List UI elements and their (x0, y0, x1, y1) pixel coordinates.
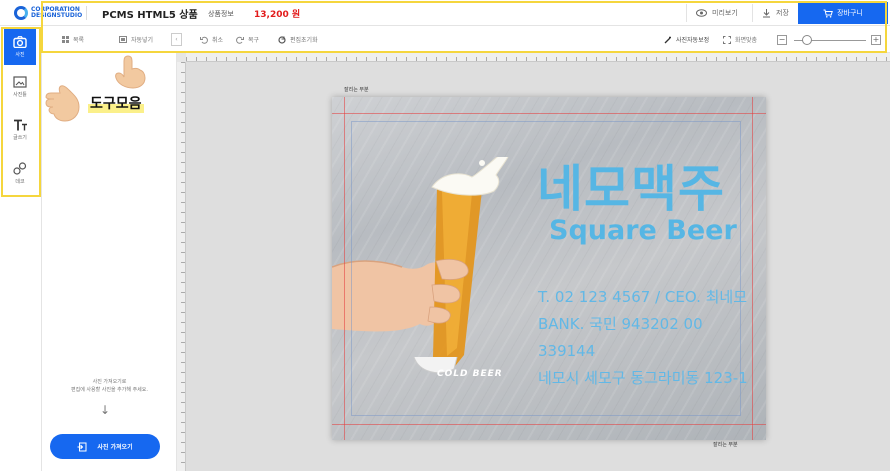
horizontal-ruler (186, 53, 890, 62)
frame-icon (13, 76, 27, 88)
product-price: 13,200 원 (254, 10, 301, 20)
refresh-icon (278, 35, 286, 44)
list-label: 목록 (73, 37, 85, 44)
reset-edit-label: 편집초기화 (290, 37, 318, 44)
undo-label: 취소 (212, 37, 224, 44)
zoom-out-button[interactable]: − (777, 35, 787, 45)
preview-label: 미리보기 (712, 9, 738, 17)
list-button[interactable]: 목록 (62, 26, 84, 53)
cut-area-label-bottom: 잘리는 부분 (713, 441, 738, 448)
zoom-in-button[interactable]: + (871, 35, 881, 45)
arrow-down-icon: ↓ (100, 403, 111, 417)
panel-hint-line1: 사진 가져오기로 (92, 379, 127, 385)
rail-label-photo: 사진 (15, 52, 25, 58)
card-bank-line: BANK. 국민 943202 00 339144 (538, 315, 703, 360)
cut-guide-line (332, 113, 766, 114)
rail-item-deco[interactable]: 데코 (4, 155, 36, 191)
import-icon (77, 442, 87, 451)
divider (86, 6, 87, 20)
cart-icon (823, 9, 833, 18)
save-label: 저장 (776, 9, 789, 17)
logo-line2: DESIGNSTUDIO (31, 12, 83, 19)
product-title: PCMS HTML5 상품 (102, 10, 198, 21)
card-info-text[interactable]: T. 02 123 4567 / CEO. 최네모 BANK. 국민 94320… (538, 284, 753, 392)
cart-button[interactable]: 장바구니 (798, 2, 888, 24)
undo-icon (200, 36, 208, 44)
pointing-hand-icon (115, 55, 146, 89)
preview-button[interactable]: 미리보기 (696, 0, 738, 26)
auto-add-button[interactable]: 자동넣기 (119, 26, 153, 53)
grid-icon (62, 36, 69, 43)
download-icon (763, 9, 770, 18)
rail-item-frame[interactable]: 사진틀 (4, 69, 36, 105)
camera-icon (13, 36, 27, 48)
fit-screen-button[interactable]: 화면맞춤 (723, 26, 757, 53)
auto-add-icon (119, 36, 127, 43)
tool-collection-label: 도구모음 (88, 93, 144, 113)
zoom-slider-handle[interactable] (802, 35, 812, 45)
import-photo-label: 사진 가져오기 (97, 444, 133, 451)
redo-button[interactable]: 복구 (236, 26, 259, 53)
rail-label-frame: 사진틀 (13, 92, 27, 98)
design-card[interactable]: 네모맥주 Square Beer T. 02 123 4567 / CEO. 최… (332, 97, 766, 440)
rail-item-photo[interactable]: 사진 (4, 29, 36, 65)
card-subtitle-text[interactable]: Square Beer (549, 215, 737, 246)
product-info-link[interactable]: 상품정보 (208, 9, 234, 19)
cart-label: 장바구니 (837, 9, 863, 17)
ruler-corner (177, 53, 186, 62)
redo-icon (236, 36, 244, 44)
panel-hint-line2: 편집에 사용할 사진을 추가해 주세요. (71, 387, 148, 393)
import-photo-button[interactable]: 사진 가져오기 (50, 434, 160, 459)
glass-print-text: COLD BEER (437, 369, 503, 379)
logo[interactable]: CORPORATION DESIGNSTUDIO (14, 5, 82, 21)
eye-icon (696, 9, 707, 17)
reset-edit-button[interactable]: 편집초기화 (278, 26, 318, 53)
chevron-left-icon: ‹ (175, 36, 178, 43)
cut-guide-line (344, 97, 345, 440)
rail-label-text: 글쓰기 (13, 135, 27, 141)
vertical-ruler (177, 62, 186, 471)
rail-label-deco: 데코 (15, 178, 25, 185)
text-icon (13, 119, 27, 131)
rail-item-text[interactable]: 글쓰기 (4, 112, 36, 148)
design-canvas-area[interactable]: 잘리는 부분 네모맥주 Square Beer T. 02 123 4567 /… (177, 53, 890, 471)
pointing-hand-icon (45, 85, 80, 122)
divider (752, 4, 753, 22)
top-header: CORPORATION DESIGNSTUDIO PCMS HTML5 상품 상… (0, 0, 890, 26)
auto-add-label: 자동넣기 (131, 37, 154, 44)
logo-mark-icon (14, 6, 28, 20)
magic-wand-icon (664, 36, 671, 43)
toolbar: 목록 자동넣기 ‹ 취소 복구 편집초기화 사진자동보정 화면맞춤 − + (42, 26, 890, 53)
divider (686, 4, 687, 22)
cut-area-label-top: 잘리는 부분 (344, 86, 369, 93)
card-address-line: 네모시 세모구 동그라미동 123-1 (538, 369, 748, 387)
tool-rail: 사진 사진틀 글쓰기 데코 (0, 26, 42, 471)
undo-button[interactable]: 취소 (200, 26, 223, 53)
card-title-text[interactable]: 네모맥주 (537, 149, 725, 221)
fit-screen-label: 화면맞춤 (735, 37, 758, 44)
photo-autofit-label: 사진자동보정 (676, 37, 710, 44)
cut-area-text-top: 잘리는 부분 (344, 87, 369, 93)
card-phone-line: T. 02 123 4567 / CEO. 최네모 (538, 288, 748, 306)
redo-label: 복구 (248, 37, 260, 44)
photo-autofit-button[interactable]: 사진자동보정 (664, 26, 709, 53)
cut-guide-line (332, 424, 766, 425)
panel-hint: 사진 가져오기로 편집에 사용할 사진을 추가해 주세요. (50, 378, 169, 394)
fullscreen-icon (723, 35, 731, 44)
cut-area-text-bottom: 잘리는 부분 (713, 442, 738, 448)
deco-shapes-icon (13, 161, 27, 175)
collapse-panel-button[interactable]: ‹ (171, 33, 182, 46)
save-button[interactable]: 저장 (762, 0, 789, 26)
